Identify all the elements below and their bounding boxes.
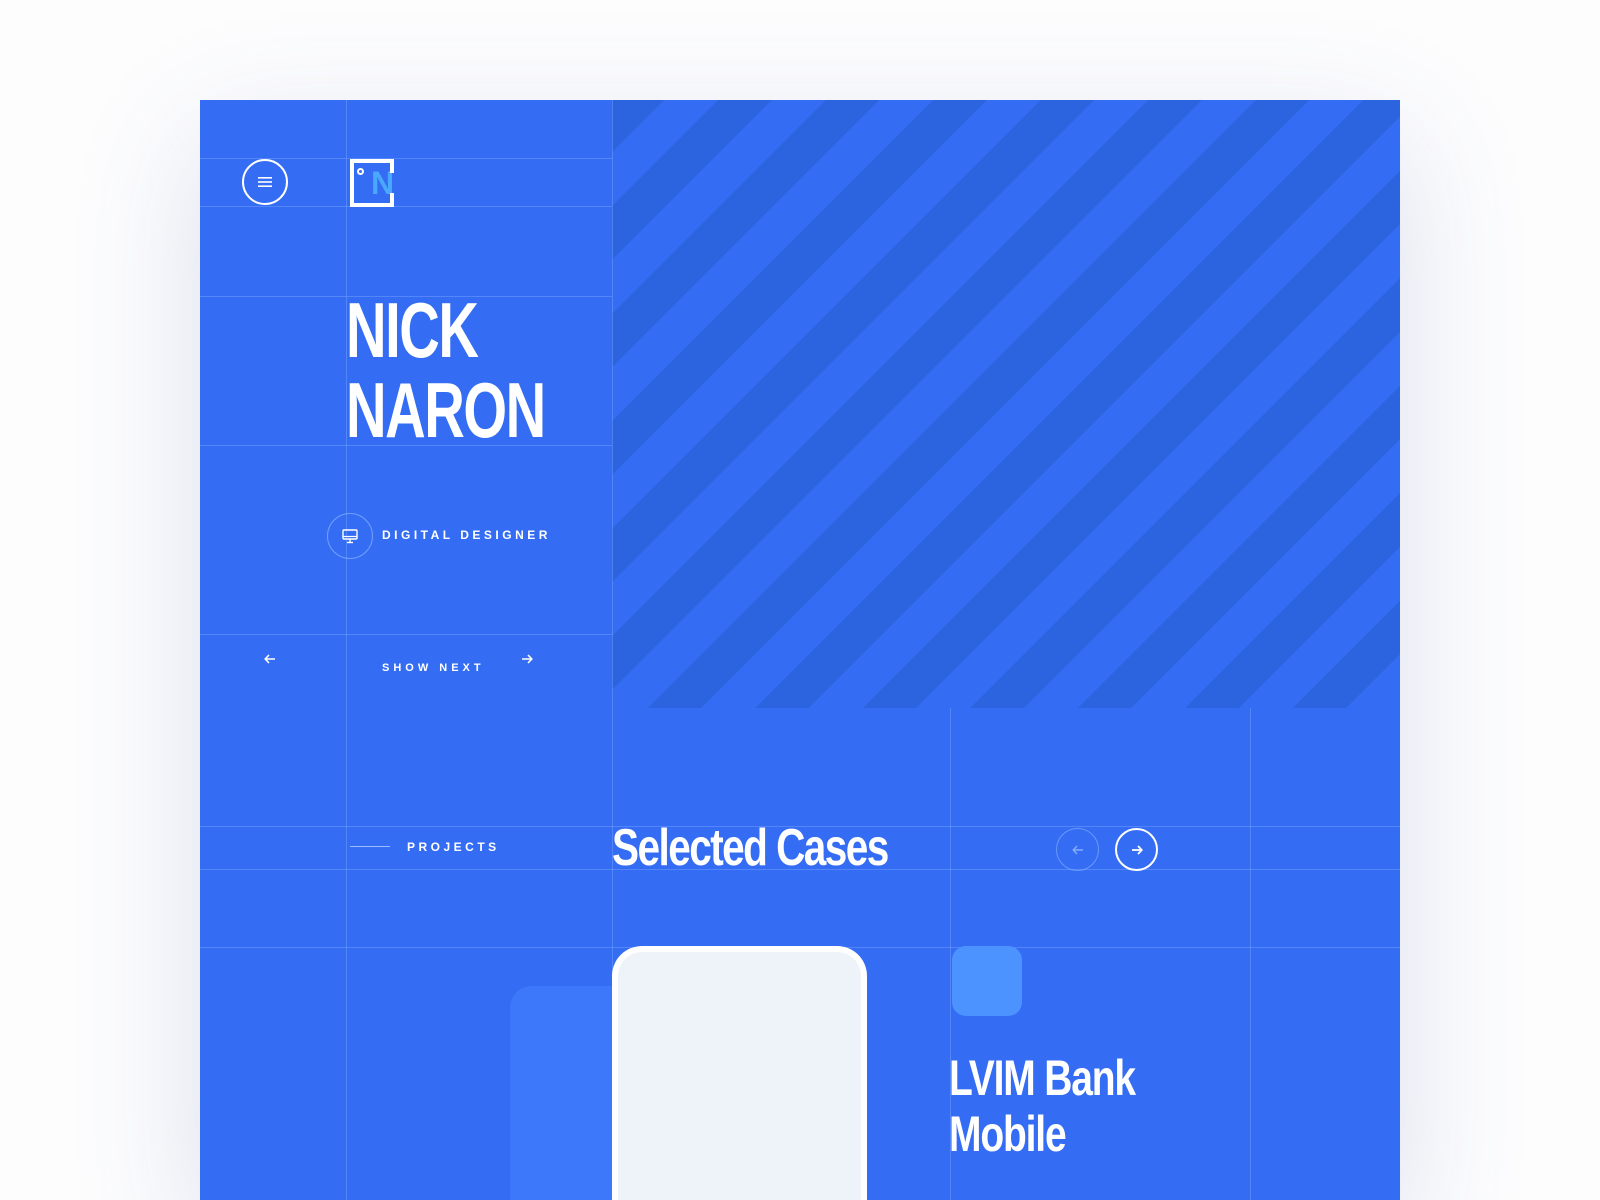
role-label: DIGITAL DESIGNER	[382, 528, 551, 542]
case-title-line1: LVIM Bank	[949, 1050, 1136, 1106]
phone-screen	[618, 952, 861, 1200]
arrow-left-icon	[1071, 845, 1083, 854]
section-title: Selected Cases	[612, 819, 889, 877]
hero-name: NICK NARON	[346, 290, 546, 450]
cases-next-button[interactable]	[1115, 828, 1158, 871]
case-title-line2: Mobile	[949, 1106, 1067, 1162]
logo-bracket	[390, 159, 394, 173]
hero-name-line1: NICK	[346, 286, 479, 374]
logo-degree-mark	[357, 168, 364, 175]
arrow-right-icon	[522, 654, 533, 664]
grid-line	[200, 634, 612, 635]
grid-line	[1250, 708, 1251, 1200]
app-icon	[952, 946, 1022, 1016]
portfolio-page: N NICK NARON DIGITAL DESIGNER SHOW NEXT …	[200, 100, 1400, 1200]
monitor-icon	[327, 513, 373, 559]
phone-mockup[interactable]	[612, 946, 867, 1200]
hero-name-line2: NARON	[346, 366, 546, 454]
prev-slide-button[interactable]	[264, 652, 276, 666]
next-slide-button[interactable]	[521, 652, 533, 666]
menu-button[interactable]	[242, 159, 288, 205]
grid-line	[346, 100, 347, 1200]
arrow-left-icon	[264, 654, 275, 664]
striped-hero-image	[612, 100, 1400, 708]
cases-prev-button[interactable]	[1056, 828, 1099, 871]
case-title[interactable]: LVIM Bank Mobile	[949, 1050, 1136, 1162]
logo[interactable]: N	[350, 159, 394, 207]
hamburger-icon	[258, 177, 272, 187]
show-next-button[interactable]: SHOW NEXT	[382, 662, 485, 674]
grid-line	[200, 206, 612, 207]
arrow-right-icon	[1131, 844, 1143, 855]
logo-bracket	[390, 193, 394, 207]
projects-label: PROJECTS	[407, 840, 500, 854]
projects-divider	[350, 846, 390, 847]
